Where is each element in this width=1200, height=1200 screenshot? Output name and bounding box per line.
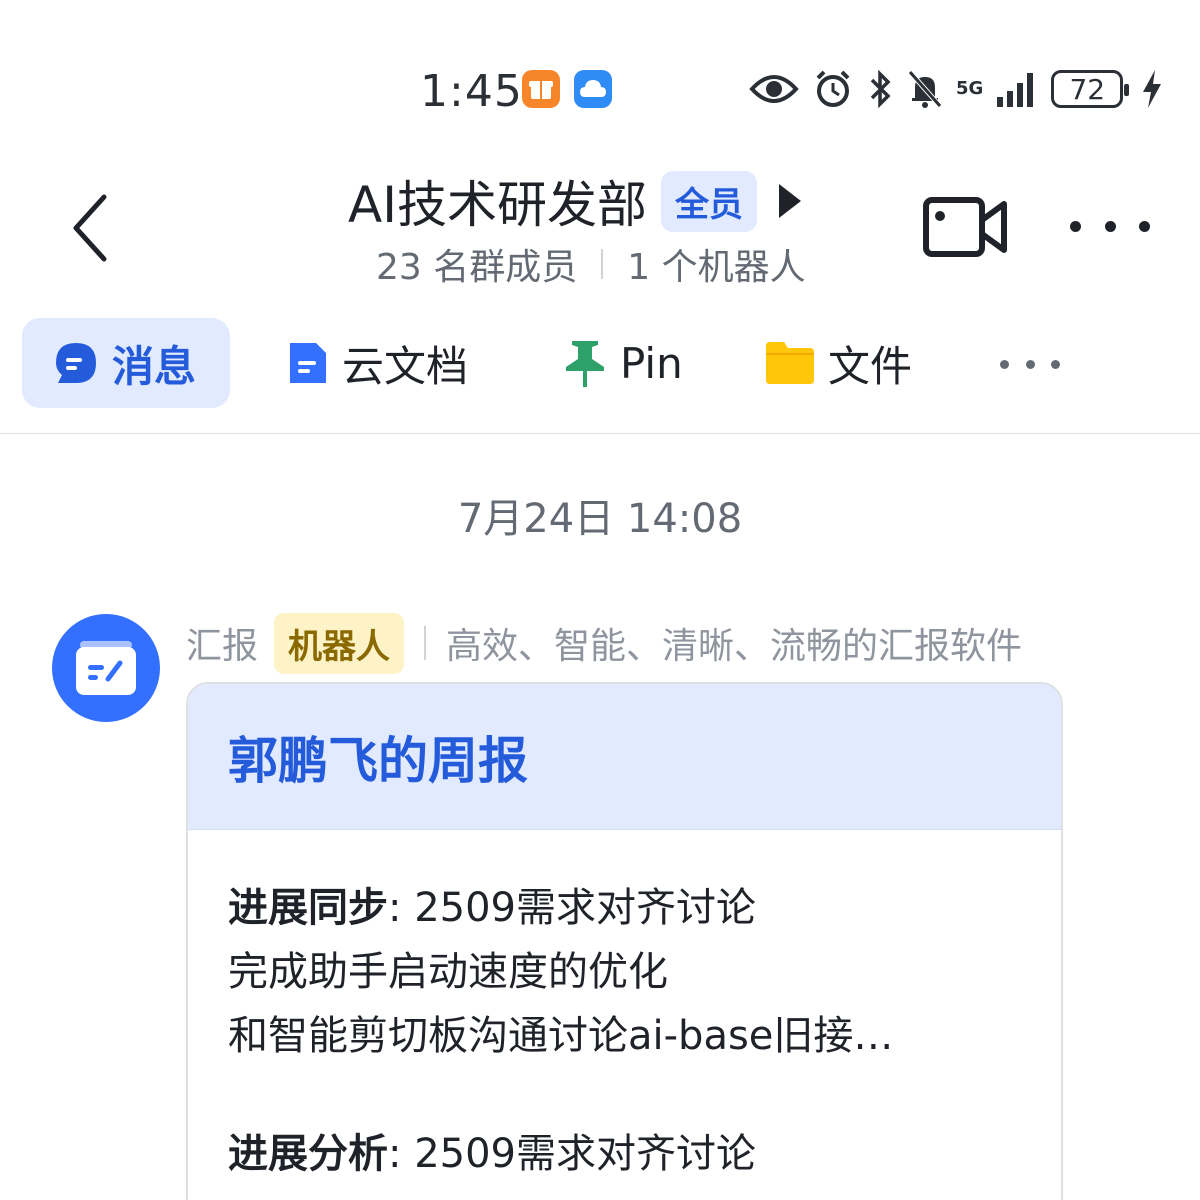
document-icon bbox=[290, 343, 326, 383]
tab-cloud-docs[interactable]: 云文档 bbox=[286, 318, 468, 408]
status-time: 1:45 bbox=[420, 66, 523, 117]
group-name: AI技术研发部 bbox=[348, 176, 647, 234]
bot-avatar[interactable] bbox=[52, 614, 160, 722]
pin-icon bbox=[566, 341, 604, 387]
alarm-icon bbox=[816, 70, 850, 107]
tabs-divider bbox=[0, 433, 1200, 434]
tab-files[interactable]: 文件 bbox=[764, 318, 912, 408]
report-app-icon bbox=[76, 641, 136, 695]
dot bbox=[1070, 220, 1081, 232]
eye-icon bbox=[749, 75, 799, 103]
status-bar: 1:45 5G 72 bbox=[0, 0, 1200, 150]
subtitle-divider bbox=[601, 249, 604, 279]
video-call-button[interactable] bbox=[922, 192, 1008, 262]
sender-divider bbox=[424, 626, 427, 660]
dot bbox=[1139, 220, 1150, 232]
section-key: 进展同步 bbox=[228, 885, 388, 931]
chat-bubble-icon bbox=[56, 343, 96, 383]
section-line: 完成助手启动速度的优化 bbox=[228, 949, 668, 995]
card-title: 郭鹏飞的周报 bbox=[228, 731, 528, 790]
bluetooth-icon bbox=[870, 69, 891, 109]
chevron-left-icon bbox=[73, 194, 107, 262]
tab-pin[interactable]: Pin bbox=[562, 318, 683, 408]
bot-badge: 机器人 bbox=[274, 612, 405, 674]
sender-info: 汇报 机器人 高效、智能、清晰、流畅的汇报软件 bbox=[186, 612, 1022, 674]
expand-arrow-icon bbox=[778, 184, 801, 218]
more-options-button[interactable] bbox=[1070, 208, 1150, 244]
signal-icon bbox=[997, 73, 1034, 107]
member-count[interactable]: 23 名群成员 bbox=[376, 238, 577, 290]
tab-messages[interactable]: 消息 bbox=[22, 318, 230, 408]
dot bbox=[1025, 359, 1035, 369]
group-subtitle: 23 名群成员 1 个机器人 bbox=[376, 238, 806, 290]
section-key: 进展分析 bbox=[228, 1131, 388, 1177]
all-members-badge: 全员 bbox=[660, 170, 757, 232]
report-card[interactable]: 郭鹏飞的周报 进展同步: 2509需求对齐讨论 完成助手启动速度的优化 和智能剪… bbox=[186, 682, 1063, 1200]
mute-bell-icon bbox=[908, 70, 942, 108]
card-body: 进展同步: 2509需求对齐讨论 完成助手启动速度的优化 和智能剪切板沟通讨论a… bbox=[188, 830, 1061, 1186]
dot bbox=[1104, 220, 1116, 232]
bot-count[interactable]: 1 个机器人 bbox=[627, 238, 805, 290]
cloud-app-icon bbox=[574, 70, 612, 108]
card-section: 进展分析: 2509需求对齐讨论 bbox=[228, 1122, 1021, 1186]
section-first-line: 进展分析: 2509需求对齐讨论 bbox=[228, 1122, 1021, 1186]
back-button[interactable] bbox=[60, 188, 120, 268]
group-title-row[interactable]: AI技术研发部 全员 bbox=[348, 168, 801, 234]
sender-name[interactable]: 汇报 bbox=[186, 617, 258, 669]
section-first-line: 进展同步: 2509需求对齐讨论 bbox=[228, 876, 1021, 940]
card-header: 郭鹏飞的周报 bbox=[188, 684, 1061, 830]
gift-app-icon bbox=[522, 70, 560, 108]
card-section: 进展同步: 2509需求对齐讨论 完成助手启动速度的优化 和智能剪切板沟通讨论a… bbox=[228, 876, 1021, 1068]
section-value: : 2509需求对齐讨论 bbox=[388, 1131, 756, 1177]
charging-icon bbox=[1143, 70, 1162, 108]
section-line: 和智能剪切板沟通讨论ai-base旧接… bbox=[228, 1013, 894, 1059]
date-separator: 7月24日 14:08 bbox=[457, 496, 743, 542]
sender-description: 高效、智能、清晰、流畅的汇报软件 bbox=[446, 626, 1023, 667]
folder-icon bbox=[766, 342, 814, 384]
dot bbox=[1051, 359, 1060, 369]
network-type: 5G bbox=[956, 78, 984, 99]
chat-tabs: 消息 云文档 Pin 文件 bbox=[0, 318, 1200, 410]
dot bbox=[1000, 359, 1009, 369]
status-indicators: 5G 72 bbox=[748, 64, 1165, 114]
tabs-more-button[interactable] bbox=[1000, 358, 1060, 370]
section-value: : 2509需求对齐讨论 bbox=[388, 885, 756, 931]
battery-indicator: 72 bbox=[1051, 70, 1130, 108]
video-camera-icon bbox=[923, 197, 1007, 257]
